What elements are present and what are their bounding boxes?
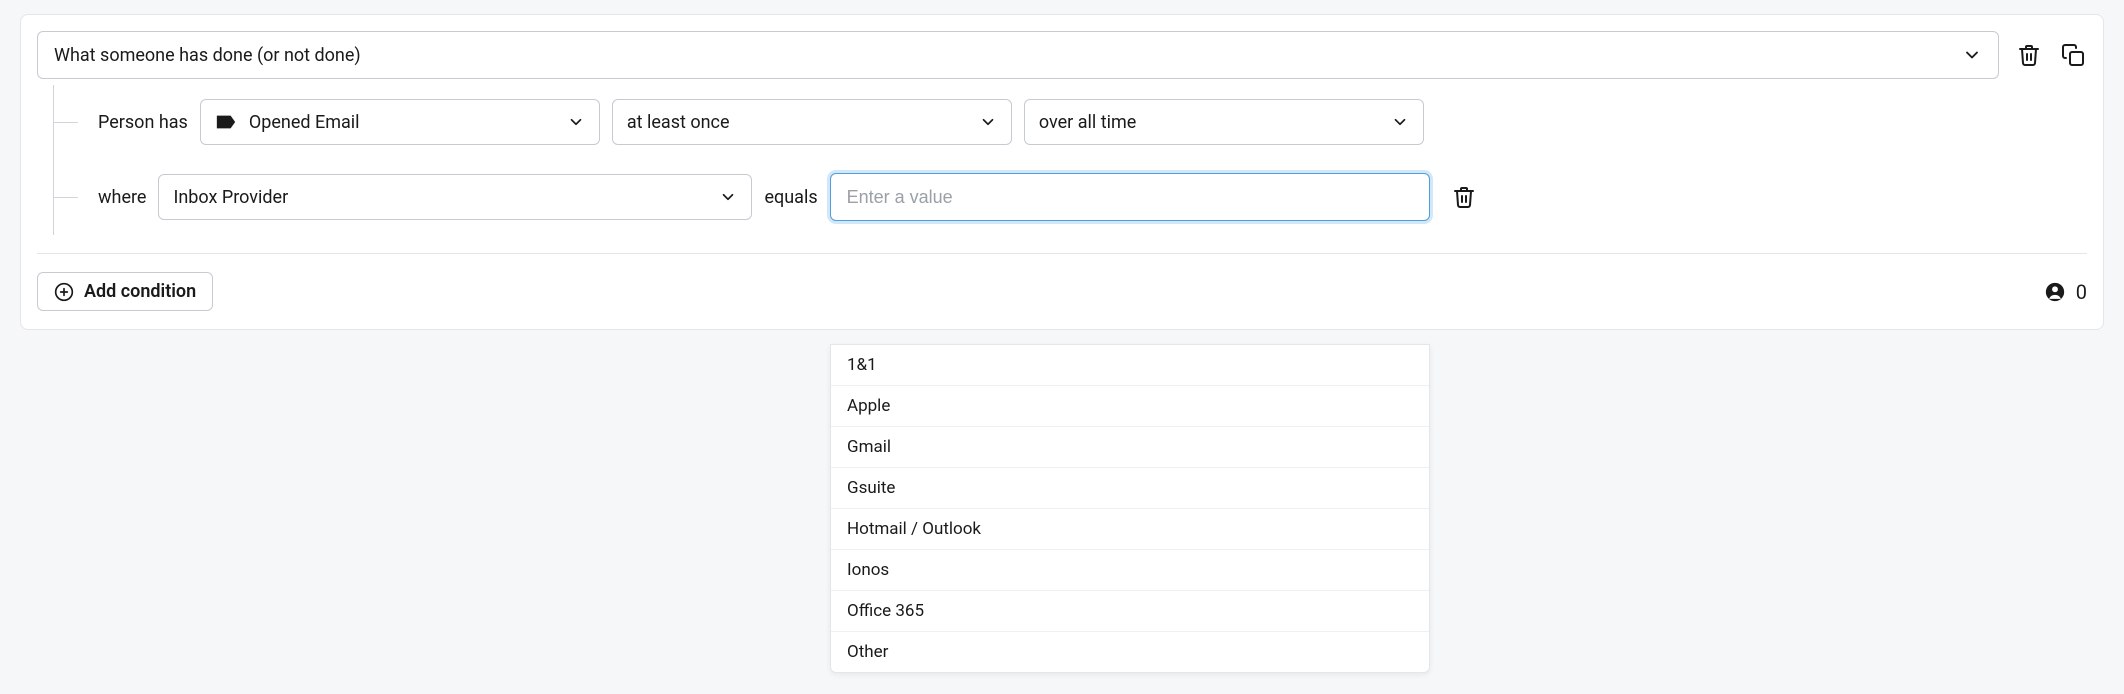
condition-top-row: What someone has done (or not done): [37, 31, 2087, 79]
result-count: 0: [2044, 280, 2087, 304]
copy-icon: [2061, 43, 2085, 67]
dropdown-option[interactable]: Other: [831, 632, 1429, 672]
dropdown-option[interactable]: Hotmail / Outlook: [831, 509, 1429, 550]
timeframe-value: over all time: [1039, 112, 1136, 133]
trash-icon: [1452, 185, 1476, 209]
count-value: 0: [2076, 280, 2087, 304]
delete-where-button[interactable]: [1450, 183, 1478, 211]
frequency-value: at least once: [627, 112, 730, 133]
dropdown-option[interactable]: Ionos: [831, 550, 1429, 591]
timeframe-select[interactable]: over all time: [1024, 99, 1424, 145]
condition-type-select[interactable]: What someone has done (or not done): [37, 31, 1999, 79]
event-select[interactable]: Opened Email: [200, 99, 600, 145]
delete-condition-button[interactable]: [2015, 41, 2043, 69]
tag-icon: [215, 113, 237, 131]
condition-type-label: What someone has done (or not done): [54, 45, 361, 66]
dropdown-option[interactable]: Apple: [831, 386, 1429, 427]
operator-label: equals: [764, 187, 817, 208]
event-row: Person has Opened Email at least once: [98, 85, 2087, 159]
bottom-bar: Add condition 0: [37, 253, 2087, 329]
property-select[interactable]: Inbox Provider: [158, 174, 752, 220]
dropdown-option[interactable]: Gmail: [831, 427, 1429, 468]
person-has-label: Person has: [98, 112, 188, 133]
add-condition-label: Add condition: [84, 281, 196, 302]
chevron-down-icon: [719, 188, 737, 206]
plus-circle-icon: [54, 282, 74, 302]
property-value: Inbox Provider: [173, 187, 288, 208]
person-icon: [2044, 281, 2066, 303]
dropdown-option[interactable]: Office 365: [831, 591, 1429, 632]
where-row: where Inbox Provider equals: [98, 159, 2087, 235]
frequency-select[interactable]: at least once: [612, 99, 1012, 145]
value-dropdown: 1&1 Apple Gmail Gsuite Hotmail / Outlook…: [830, 344, 1430, 673]
chevron-down-icon: [1391, 113, 1409, 131]
chevron-down-icon: [1962, 45, 1982, 65]
trash-icon: [2017, 43, 2041, 67]
chevron-down-icon: [979, 113, 997, 131]
nested-conditions: Person has Opened Email at least once: [53, 85, 2087, 235]
dropdown-option[interactable]: 1&1: [831, 345, 1429, 386]
where-label: where: [98, 187, 146, 208]
condition-card: What someone has done (or not done) Pers…: [20, 14, 2104, 330]
event-value: Opened Email: [249, 112, 360, 133]
chevron-down-icon: [567, 113, 585, 131]
value-input[interactable]: [830, 173, 1430, 221]
add-condition-button[interactable]: Add condition: [37, 272, 213, 311]
duplicate-condition-button[interactable]: [2059, 41, 2087, 69]
dropdown-option[interactable]: Gsuite: [831, 468, 1429, 509]
